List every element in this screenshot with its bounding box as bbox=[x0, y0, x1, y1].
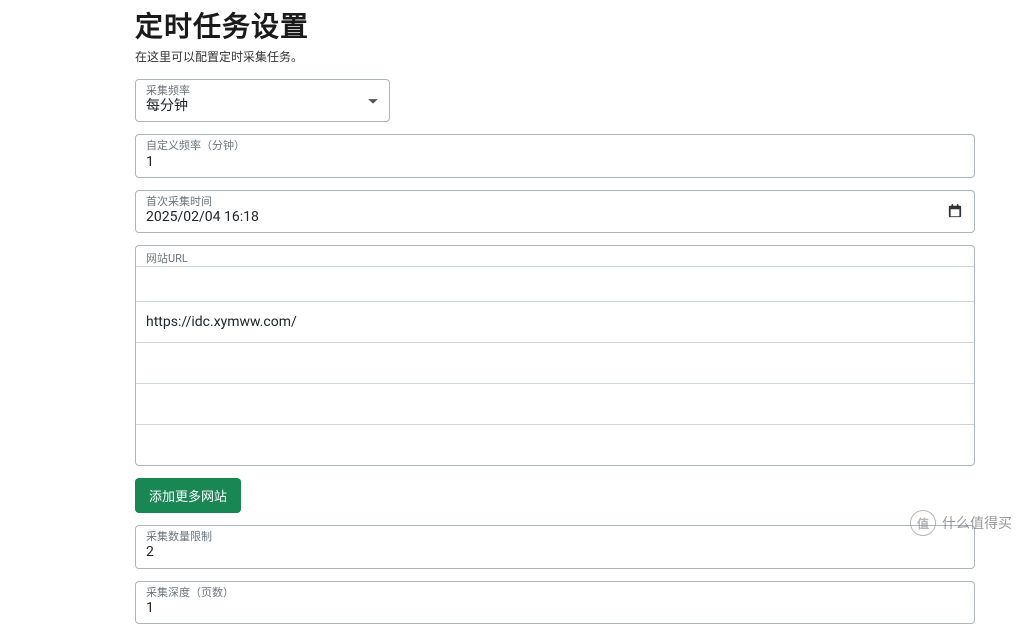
custom-frequency-input[interactable] bbox=[146, 153, 964, 171]
collect-depth-label: 采集深度（页数） bbox=[146, 586, 964, 599]
url-row bbox=[136, 424, 974, 465]
url-input-3[interactable] bbox=[136, 384, 974, 424]
url-group-label: 网站URL bbox=[136, 246, 974, 266]
collect-limit-label: 采集数量限制 bbox=[146, 530, 964, 543]
url-group: 网站URL bbox=[135, 245, 975, 466]
frequency-value: 每分钟 bbox=[146, 97, 379, 115]
collect-limit-field[interactable]: 采集数量限制 bbox=[135, 525, 975, 568]
url-input-2[interactable] bbox=[136, 343, 974, 383]
first-collect-time-input[interactable] bbox=[146, 208, 964, 226]
collect-depth-input[interactable] bbox=[146, 599, 964, 617]
url-input-4[interactable] bbox=[136, 425, 974, 465]
first-collect-time-field[interactable]: 首次采集时间 bbox=[135, 190, 975, 233]
custom-frequency-field[interactable]: 自定义频率（分钟） bbox=[135, 134, 975, 177]
collect-depth-field[interactable]: 采集深度（页数） bbox=[135, 581, 975, 624]
page-title: 定时任务设置 bbox=[135, 5, 975, 45]
page-subtitle: 在这里可以配置定时采集任务。 bbox=[135, 48, 975, 65]
url-row bbox=[136, 301, 974, 342]
collect-limit-input[interactable] bbox=[146, 543, 964, 561]
frequency-select-wrap[interactable]: 采集频率 每分钟 bbox=[135, 79, 390, 122]
url-row bbox=[136, 342, 974, 383]
url-row bbox=[136, 266, 974, 301]
custom-frequency-label: 自定义频率（分钟） bbox=[146, 139, 964, 152]
add-more-sites-button[interactable]: 添加更多网站 bbox=[135, 478, 241, 513]
first-collect-time-label: 首次采集时间 bbox=[146, 195, 964, 208]
url-input-1[interactable] bbox=[136, 302, 974, 342]
url-row bbox=[136, 383, 974, 424]
url-input-0[interactable] bbox=[136, 267, 974, 301]
frequency-label: 采集频率 bbox=[146, 84, 379, 97]
